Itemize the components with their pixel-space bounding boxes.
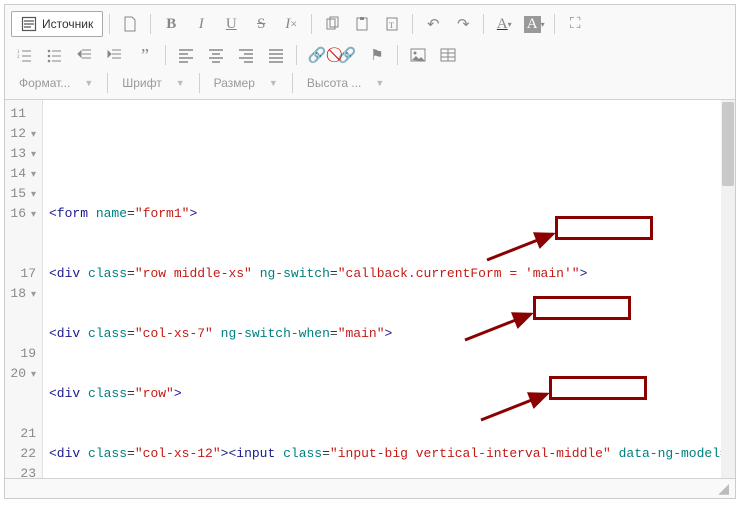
source-icon (21, 16, 37, 32)
table-icon[interactable] (434, 41, 462, 69)
align-center-icon[interactable] (202, 41, 230, 69)
caret-icon: ▼ (176, 78, 185, 88)
separator (296, 45, 297, 65)
paste-icon[interactable] (348, 10, 376, 38)
line-gutter: 11 12▾ 13▾ 14▾ 15▾ 16▾ 17 18▾ 19 20▾ 21 … (5, 100, 43, 478)
source-button[interactable]: Источник (11, 11, 103, 37)
code-line: <div class="col-xs-12"><input class="inp… (49, 444, 729, 464)
source-label: Источник (42, 17, 93, 31)
separator (311, 14, 312, 34)
separator (165, 45, 166, 65)
italic-icon[interactable]: I (187, 10, 215, 38)
font-combo[interactable]: Шрифт▼ (114, 72, 192, 94)
caret-icon: ▼ (269, 78, 278, 88)
separator (150, 14, 151, 34)
align-left-icon[interactable] (172, 41, 200, 69)
numbered-list-icon[interactable]: 12 (11, 41, 39, 69)
text-color-icon[interactable]: A▾ (490, 10, 518, 38)
separator (109, 14, 110, 34)
separator (397, 45, 398, 65)
copy-icon[interactable] (318, 10, 346, 38)
separator (292, 73, 293, 93)
svg-text:T: T (389, 21, 394, 30)
format-combo[interactable]: Формат...▼ (11, 72, 101, 94)
paste-text-icon[interactable]: T (378, 10, 406, 38)
new-page-icon[interactable] (116, 10, 144, 38)
link-icon[interactable]: 🔗 (303, 41, 331, 69)
scrollbar[interactable] (721, 100, 735, 478)
code-line: <form name="form1"> (49, 204, 729, 224)
underline-icon[interactable]: U (217, 10, 245, 38)
ckeditor-frame: Источник B I U S I× T ↶ ↷ A▾ A▾ ⛶ 12 (4, 4, 736, 499)
toolbar: Источник B I U S I× T ↶ ↷ A▾ A▾ ⛶ 12 (5, 5, 735, 100)
unlink-icon[interactable]: 🔗⃠ (333, 41, 361, 69)
caret-icon: ▼ (375, 78, 384, 88)
bold-icon[interactable]: B (157, 10, 185, 38)
anchor-icon[interactable]: ⚑ (363, 41, 391, 69)
code-line: <div class="col-xs-7" ng-switch-when="ma… (49, 324, 729, 344)
arrow-icon (483, 228, 561, 266)
indent-icon[interactable] (101, 41, 129, 69)
outdent-icon[interactable] (71, 41, 99, 69)
highlight-rect (533, 296, 631, 320)
code-content[interactable]: <form name="form1"> <div class="row midd… (43, 100, 735, 478)
bulleted-list-icon[interactable] (41, 41, 69, 69)
size-combo[interactable]: Размер▼ (206, 72, 286, 94)
editor-footer: ◢ (5, 478, 735, 498)
lineheight-combo[interactable]: Высота ...▼ (299, 72, 392, 94)
separator (199, 73, 200, 93)
remove-format-icon[interactable]: I× (277, 10, 305, 38)
bg-color-icon[interactable]: A▾ (520, 10, 548, 38)
scroll-thumb[interactable] (722, 102, 734, 186)
caret-icon: ▼ (84, 78, 93, 88)
strike-icon[interactable]: S (247, 10, 275, 38)
separator (483, 14, 484, 34)
resize-handle-icon[interactable]: ◢ (718, 480, 729, 497)
maximize-icon[interactable]: ⛶ (561, 10, 589, 38)
code-line: <div class="row middle-xs" ng-switch="ca… (49, 264, 729, 284)
redo-icon[interactable]: ↷ (449, 10, 477, 38)
blockquote-icon[interactable]: ” (131, 41, 159, 69)
separator (412, 14, 413, 34)
align-right-icon[interactable] (232, 41, 260, 69)
code-line: <div class="row"> (49, 384, 729, 404)
undo-icon[interactable]: ↶ (419, 10, 447, 38)
separator (554, 14, 555, 34)
svg-text:2: 2 (17, 55, 20, 60)
separator (107, 73, 108, 93)
image-icon[interactable] (404, 41, 432, 69)
align-justify-icon[interactable] (262, 41, 290, 69)
code-editor[interactable]: 11 12▾ 13▾ 14▾ 15▾ 16▾ 17 18▾ 19 20▾ 21 … (5, 100, 735, 478)
